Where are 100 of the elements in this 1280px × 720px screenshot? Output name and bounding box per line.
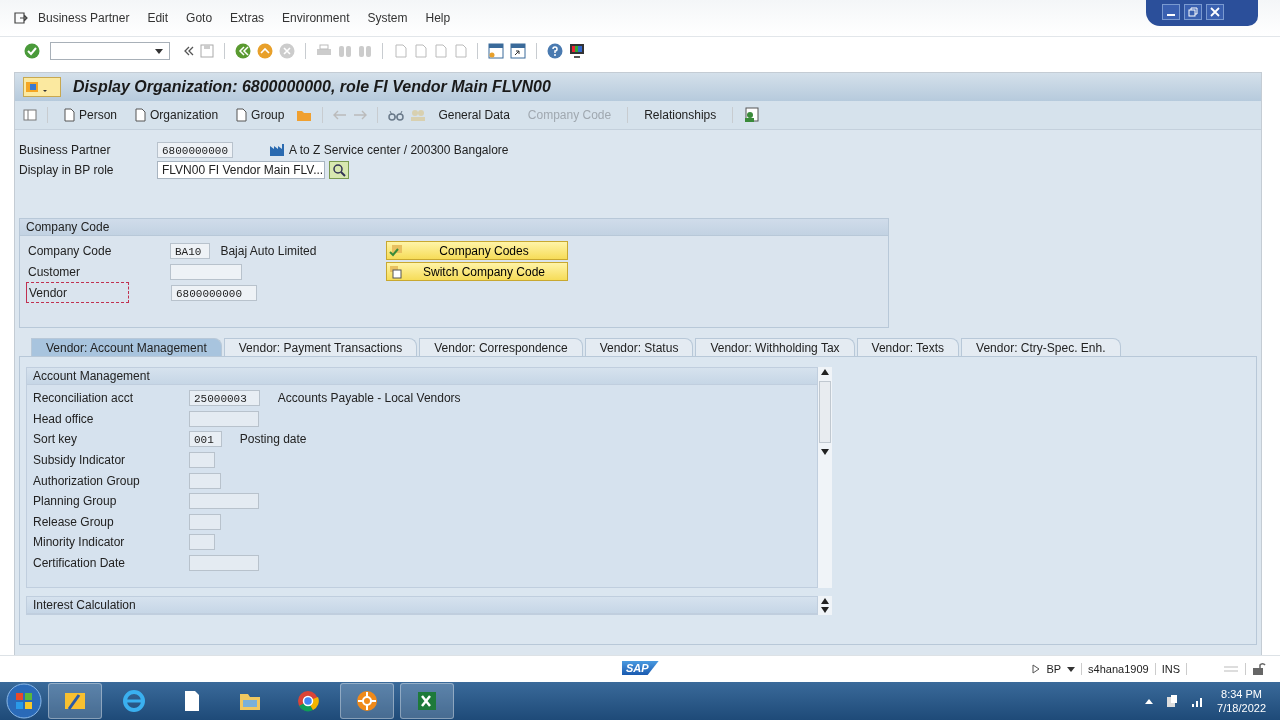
minimize-button[interactable] [1162, 4, 1180, 20]
search-icon[interactable] [329, 161, 349, 179]
menu-item[interactable]: System [367, 11, 408, 25]
monitor-icon[interactable] [569, 43, 585, 59]
server-name: s4hana1909 [1088, 663, 1149, 675]
toolbar-button[interactable]: Group [230, 108, 291, 122]
menu-item[interactable]: Extras [230, 11, 265, 25]
role-dropdown[interactable]: FLVN00 FI Vendor Main FLV... [157, 161, 325, 179]
start-button[interactable] [6, 683, 42, 719]
field-label: Minority Indicator [33, 535, 126, 550]
system-name: BP [1046, 663, 1062, 675]
field-label: Sort key [33, 432, 78, 447]
field-label: Head office [33, 411, 95, 426]
exit-icon[interactable] [257, 43, 273, 59]
field-label: Authorization Group [33, 473, 141, 488]
field-description: Bajaj Auto Limited [220, 243, 317, 258]
restore-button[interactable] [1184, 4, 1202, 20]
input-field[interactable] [189, 472, 221, 489]
field-label: Display in BP role [19, 163, 115, 177]
clock-date[interactable]: 7/18/2022 [1217, 701, 1266, 715]
close-button[interactable] [1206, 4, 1224, 20]
play-icon[interactable] [1032, 664, 1041, 674]
network-icon[interactable] [1165, 694, 1180, 708]
menu-item[interactable]: Business Partner [38, 11, 130, 25]
toolbar-button[interactable]: Relationships [638, 108, 723, 122]
factory-icon [269, 143, 285, 157]
close-icon [1210, 7, 1220, 17]
toolbar-button[interactable]: Person [58, 108, 124, 122]
scroll-up-icon[interactable] [821, 369, 829, 375]
input-field[interactable]: 6800000000 [157, 142, 233, 158]
shortcut-window-icon[interactable] [510, 43, 526, 59]
scroll-down-icon[interactable] [821, 449, 829, 455]
lock-icon[interactable] [1252, 662, 1266, 676]
panel-header: Company Code [20, 219, 888, 236]
person-card-icon[interactable] [743, 107, 760, 123]
check-icon[interactable] [24, 43, 40, 59]
input-field[interactable] [189, 555, 259, 572]
input-field[interactable] [189, 534, 215, 551]
input-field[interactable] [189, 493, 259, 510]
page-icon [64, 108, 75, 122]
scrollbar[interactable] [818, 367, 832, 589]
input-field[interactable]: 001 [189, 431, 222, 448]
action-button[interactable]: Switch Company Code [386, 262, 568, 281]
menu-item[interactable]: Edit [147, 11, 169, 25]
caret-icon[interactable] [155, 48, 163, 54]
field-label: Certification Date [33, 556, 127, 571]
input-field[interactable]: BA10 [170, 242, 211, 259]
input-field[interactable] [189, 410, 259, 427]
up-arrow-icon[interactable] [1145, 698, 1154, 704]
input-field[interactable] [189, 513, 221, 530]
menu-item[interactable]: Environment [282, 11, 350, 25]
command-field[interactable] [50, 42, 170, 60]
field-label: Release Group [33, 514, 115, 529]
menu-item[interactable]: Goto [186, 11, 213, 25]
taskbar-app-icon[interactable] [48, 683, 102, 719]
scrollbar[interactable] [818, 596, 832, 616]
back-icon[interactable] [235, 43, 251, 59]
page-icon [135, 108, 147, 122]
tab[interactable]: Vendor: Account Management [31, 338, 222, 356]
double-chevron-icon[interactable] [184, 46, 194, 56]
input-field[interactable] [189, 452, 215, 469]
glasses-icon[interactable] [388, 108, 405, 122]
tab[interactable]: Vendor: Payment Transactions [223, 338, 418, 356]
sap-logo: SAP [622, 661, 659, 675]
flower-icon[interactable] [340, 683, 394, 719]
scroll-thumb[interactable] [819, 381, 831, 443]
field-label: Vendor [26, 282, 129, 303]
input-field[interactable]: 25000003 [189, 390, 260, 407]
caret-icon[interactable] [1067, 666, 1076, 672]
tab[interactable]: Vendor: Status [584, 338, 694, 356]
section-header: Interest Calculation [27, 597, 817, 615]
action-button[interactable]: Company Codes [386, 241, 568, 260]
toolbar-button[interactable]: Organization [129, 108, 225, 122]
screen-title: Display Organization: 6800000000, role FI Vendor Main FLVN00 [73, 78, 551, 96]
field-description: Accounts Payable - Local Vendors [277, 391, 461, 406]
menu-icon[interactable] [14, 12, 28, 24]
tab[interactable]: Vendor: Correspondence [419, 338, 583, 356]
scroll-down-icon[interactable] [821, 607, 829, 614]
menu-item[interactable]: Help [425, 11, 451, 25]
field-label: Business Partner [19, 143, 112, 157]
field-label: Planning Group [33, 494, 118, 509]
tab[interactable]: Vendor: Withholding Tax [695, 338, 855, 356]
minimize-icon [1167, 14, 1175, 16]
spreadsheet-icon[interactable] [400, 683, 454, 719]
tab[interactable]: Vendor: Texts [856, 338, 960, 356]
field-label: Customer [27, 264, 81, 279]
field-label: Subsidy Indicator [33, 453, 127, 468]
page-icon [236, 108, 248, 122]
window-icon[interactable] [488, 43, 504, 59]
toolbar-button[interactable]: General Data [432, 108, 516, 122]
panel-toggle-icon[interactable] [23, 109, 37, 121]
input-field[interactable]: 6800000000 [171, 284, 257, 301]
scroll-up-icon[interactable] [821, 598, 829, 605]
help-icon[interactable] [547, 43, 563, 59]
layout-icon [24, 80, 50, 94]
field-label: Reconciliation acct [33, 391, 135, 406]
tab[interactable]: Vendor: Ctry-Spec. Enh. [961, 338, 1121, 356]
input-field[interactable] [170, 263, 242, 280]
clock-time[interactable]: 8:34 PM [1221, 687, 1262, 701]
layout-menu-button[interactable] [23, 77, 61, 97]
